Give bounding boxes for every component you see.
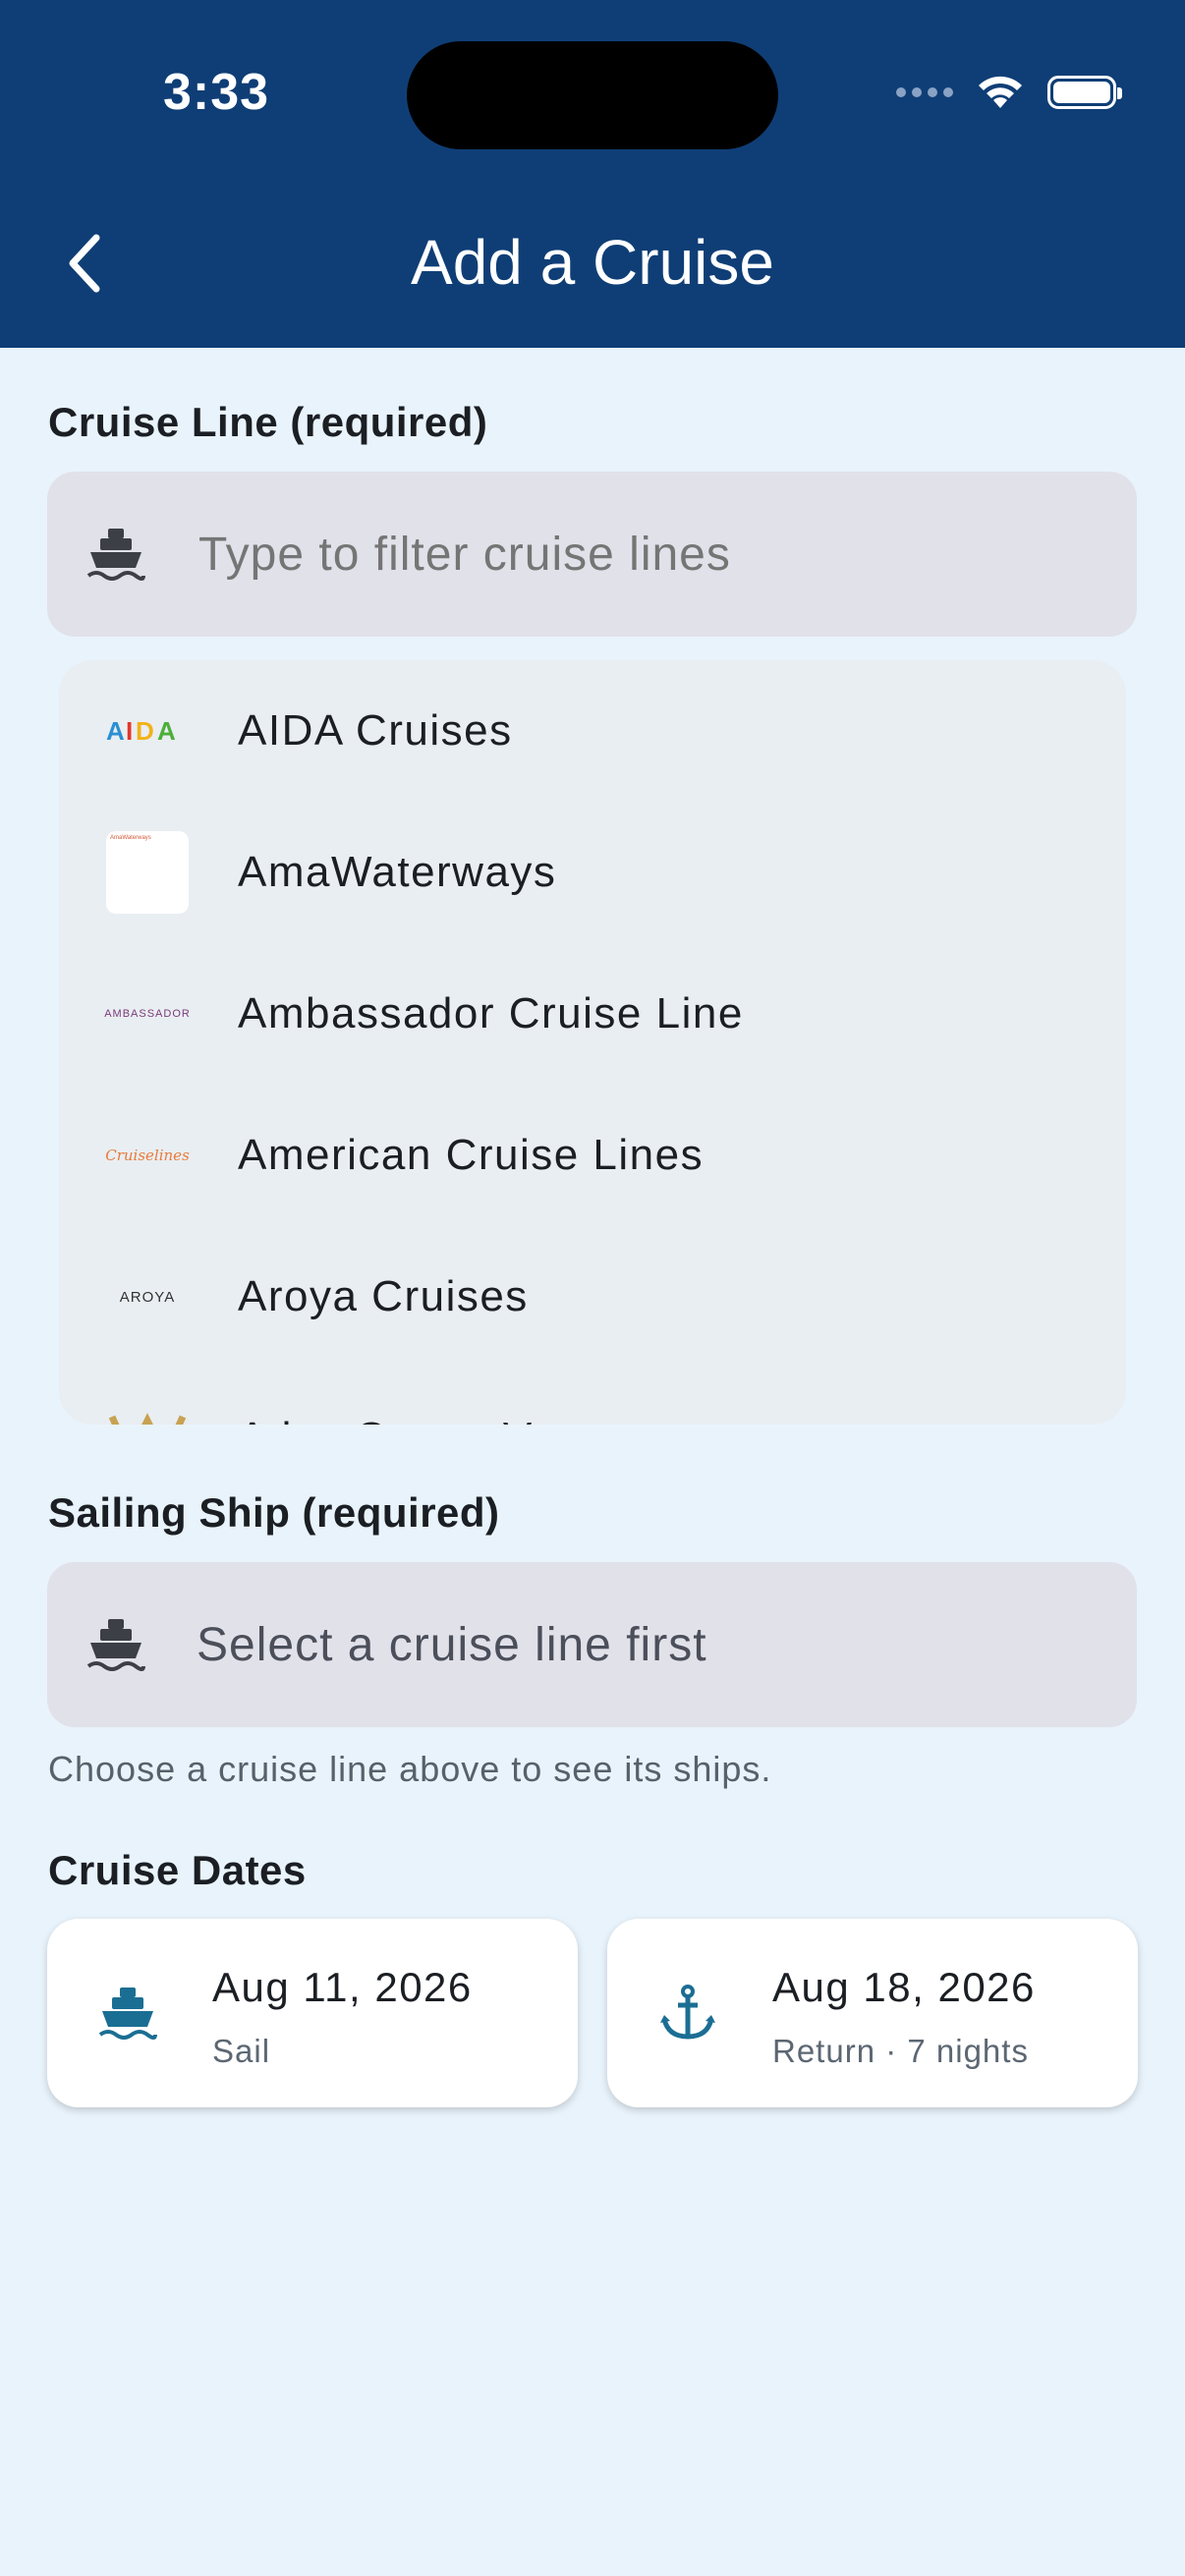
cruise-line-option[interactable]: AMBASSADOR Ambassador Cruise Line xyxy=(59,943,1126,1085)
ship-icon xyxy=(85,523,147,586)
sailing-ship-helper-text: Choose a cruise line above to see its sh… xyxy=(48,1749,772,1789)
option-label: Atlas Ocean Voyages xyxy=(238,1414,679,1425)
svg-text:I: I xyxy=(126,716,133,746)
option-label: American Cruise Lines xyxy=(238,1131,705,1179)
app-header: 3:33 Add a Cruise xyxy=(0,0,1185,348)
cruise-line-filter-input[interactable] xyxy=(197,526,1085,583)
battery-icon xyxy=(1047,76,1122,109)
aroya-logo: AROYA xyxy=(119,1288,176,1306)
return-caption: Return · 7 nights xyxy=(772,2033,1029,2069)
sailing-ship-label: Sailing Ship (required) xyxy=(48,1489,500,1536)
cruise-line-option[interactable]: AmaWaterways AmaWaterways xyxy=(59,802,1126,943)
sail-caption: Sail xyxy=(212,2033,271,2069)
option-label: AIDA Cruises xyxy=(238,706,513,755)
svg-text:A: A xyxy=(157,716,176,746)
sail-date-card[interactable]: Aug 11, 2026 Sail xyxy=(47,1919,578,2107)
status-icons xyxy=(896,73,1122,112)
dynamic-island xyxy=(407,41,778,149)
return-date-card[interactable]: Aug 18, 2026 Return · 7 nights xyxy=(607,1919,1138,2107)
page-title: Add a Cruise xyxy=(411,227,774,298)
cruise-line-label: Cruise Line (required) xyxy=(48,399,488,445)
option-label: AmaWaterways xyxy=(238,848,557,896)
return-date: Aug 18, 2026 xyxy=(772,1964,1036,2010)
cruise-line-input[interactable] xyxy=(47,472,1137,637)
sailing-ship-input[interactable]: Select a cruise line first xyxy=(47,1562,1137,1727)
wifi-icon xyxy=(979,76,1022,108)
aida-logo: A I D A xyxy=(106,690,189,772)
svg-text:A: A xyxy=(106,716,125,746)
amawaterways-logo: AmaWaterways xyxy=(106,831,189,914)
ambassador-logo: AMBASSADOR xyxy=(104,1008,191,1020)
cruise-dates-label: Cruise Dates xyxy=(48,1847,307,1893)
ship-icon xyxy=(94,1980,161,2046)
cruise-line-option[interactable]: Atlas Ocean Voyages xyxy=(59,1368,1126,1425)
option-label: Ambassador Cruise Line xyxy=(238,989,744,1037)
option-label: Aroya Cruises xyxy=(238,1272,529,1320)
sailing-ship-placeholder: Select a cruise line first xyxy=(197,1618,707,1671)
cruise-line-option[interactable]: AROYA Aroya Cruises xyxy=(59,1226,1126,1368)
sail-date: Aug 11, 2026 xyxy=(212,1964,473,2010)
anchor-icon xyxy=(654,1980,721,2046)
ship-icon xyxy=(85,1613,147,1676)
cruise-line-option[interactable]: Cruiselines American Cruise Lines xyxy=(59,1085,1126,1226)
cellular-signal-icon xyxy=(896,87,953,97)
svg-text:D: D xyxy=(136,716,154,746)
atlas-logo xyxy=(106,1397,189,1425)
cruise-line-option[interactable]: A I D A AIDA Cruises xyxy=(59,660,1126,802)
american-cruise-lines-logo: Cruiselines xyxy=(105,1147,190,1164)
cruise-line-dropdown[interactable]: A I D A AIDA Cruises AmaWaterways AmaWat… xyxy=(59,660,1126,1425)
status-time: 3:33 xyxy=(163,64,270,121)
